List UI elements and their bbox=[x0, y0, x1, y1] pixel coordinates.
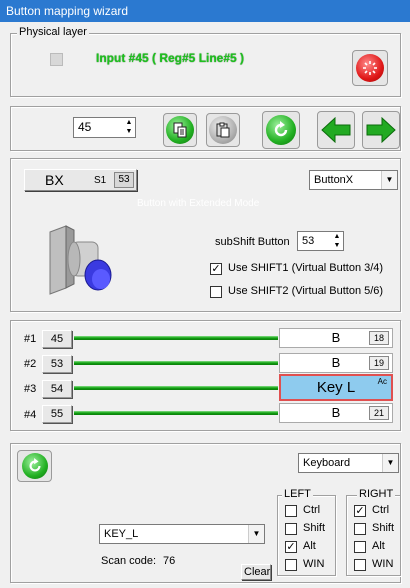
mapping-row-label: #4 bbox=[24, 409, 37, 421]
refresh-icon bbox=[21, 453, 48, 479]
mapping-target-label: B bbox=[331, 355, 341, 370]
mapping-link bbox=[74, 411, 278, 415]
subshift-label: subShift Button bbox=[215, 236, 290, 248]
physical-layer-group: Physical layer bbox=[10, 26, 401, 97]
stop-button[interactable] bbox=[352, 50, 388, 86]
scancode-label: Scan code: bbox=[101, 555, 157, 567]
physical-status-text: Input #45 ( Reg#5 Line#5 ) bbox=[96, 51, 245, 65]
left-alt-label: Alt bbox=[303, 540, 316, 552]
device-value: Keyboard bbox=[303, 457, 351, 469]
button-name: BX bbox=[45, 172, 64, 188]
copy-icon bbox=[166, 116, 194, 144]
mapping-target-label: B bbox=[331, 330, 341, 345]
right-win-checkbox[interactable] bbox=[354, 559, 366, 571]
subshift-value: 53 bbox=[302, 235, 315, 247]
mode-description: Button with Extended Mode bbox=[137, 198, 260, 209]
mapping-target-label: B bbox=[331, 405, 341, 420]
right-alt-checkbox[interactable] bbox=[354, 541, 366, 553]
mapping-row-label: #1 bbox=[24, 333, 37, 345]
clear-button[interactable]: Clear bbox=[241, 564, 271, 580]
scancode-value: 76 bbox=[163, 555, 176, 567]
clear-label: Clear bbox=[244, 566, 271, 578]
right-win-label: WIN bbox=[372, 558, 394, 570]
mapping-row-label: #3 bbox=[24, 383, 37, 395]
mapping-target-badge: 18 bbox=[369, 331, 389, 345]
spinner-arrows[interactable]: ▲ ▼ bbox=[331, 232, 343, 250]
mapping-target-button[interactable]: B 21 bbox=[279, 403, 393, 423]
mapping-row-number[interactable]: 45 bbox=[42, 330, 72, 348]
previous-button[interactable] bbox=[317, 111, 355, 149]
mapping-target-button[interactable]: B 18 bbox=[279, 328, 393, 348]
left-shift-checkbox[interactable] bbox=[285, 523, 297, 535]
arrow-right-icon bbox=[366, 117, 396, 143]
left-legend: LEFT bbox=[282, 488, 313, 500]
mapping-row-number[interactable]: 54 bbox=[42, 380, 72, 398]
input-number-spinner[interactable]: 45 ▲ ▼ bbox=[73, 117, 136, 138]
refresh-button[interactable] bbox=[262, 111, 300, 149]
chevron-down-icon: ▼ bbox=[248, 525, 264, 543]
right-ctrl-checkbox[interactable]: ✓ bbox=[354, 505, 366, 517]
mapping-target-badge: 21 bbox=[369, 406, 389, 420]
s-value-badge: 53 bbox=[114, 172, 134, 188]
copy-button[interactable] bbox=[163, 113, 197, 147]
chevron-down-icon: ▼ bbox=[382, 454, 398, 472]
mapping-target-badge: Ac bbox=[377, 377, 387, 386]
subshift-spinner[interactable]: 53 ▲ ▼ bbox=[297, 231, 344, 251]
mapping-link bbox=[74, 361, 278, 365]
right-ctrl-label: Ctrl bbox=[372, 504, 390, 516]
push-button-image bbox=[49, 225, 112, 295]
right-legend: RIGHT bbox=[357, 488, 396, 500]
left-win-checkbox[interactable] bbox=[285, 559, 297, 571]
shift2-checkbox[interactable] bbox=[210, 286, 222, 298]
button-name-box[interactable]: BX S1 53 bbox=[24, 169, 137, 191]
physical-indicator bbox=[50, 53, 63, 66]
button-type-select[interactable]: ButtonX ▼ bbox=[309, 170, 398, 190]
mapping-target-button-selected[interactable]: Key L Ac bbox=[279, 374, 393, 401]
chevron-down-icon: ▼ bbox=[381, 171, 397, 189]
mapping-row-number[interactable]: 55 bbox=[42, 405, 72, 423]
left-alt-checkbox[interactable]: ✓ bbox=[285, 541, 297, 553]
left-ctrl-checkbox[interactable] bbox=[285, 505, 297, 517]
mapping-link bbox=[74, 336, 278, 340]
shift1-label: Use SHIFT1 (Virtual Button 3/4) bbox=[228, 262, 384, 274]
apply-button[interactable] bbox=[17, 450, 52, 482]
left-shift-label: Shift bbox=[303, 522, 326, 534]
device-select[interactable]: Keyboard ▼ bbox=[298, 453, 399, 473]
button-type-value: ButtonX bbox=[314, 174, 354, 186]
shift1-checkbox[interactable]: ✓ bbox=[210, 263, 222, 275]
right-shift-checkbox[interactable] bbox=[354, 523, 366, 535]
key-value: KEY_L bbox=[104, 528, 139, 540]
stop-icon bbox=[356, 54, 384, 82]
paste-button[interactable] bbox=[206, 113, 240, 147]
s-label: S1 bbox=[94, 175, 107, 186]
key-select[interactable]: KEY_L ▼ bbox=[99, 524, 265, 544]
mapping-link bbox=[74, 386, 278, 390]
physical-layer-legend: Physical layer bbox=[17, 26, 89, 38]
arrow-left-icon bbox=[321, 117, 351, 143]
next-button[interactable] bbox=[362, 111, 400, 149]
mapping-row-label: #2 bbox=[24, 358, 37, 370]
mapping-target-label: Key L bbox=[316, 379, 356, 396]
window-title: Button mapping wizard bbox=[0, 0, 410, 22]
left-ctrl-label: Ctrl bbox=[303, 504, 321, 516]
shift2-label: Use SHIFT2 (Virtual Button 5/6) bbox=[228, 285, 384, 297]
mapping-target-badge: 19 bbox=[369, 356, 389, 370]
spinner-arrows[interactable]: ▲ ▼ bbox=[123, 118, 135, 137]
mapping-row-number[interactable]: 53 bbox=[42, 355, 72, 373]
refresh-icon bbox=[266, 115, 296, 145]
right-alt-label: Alt bbox=[372, 540, 385, 552]
paste-icon bbox=[209, 116, 237, 144]
right-shift-label: Shift bbox=[372, 522, 395, 534]
mapping-target-button[interactable]: B 19 bbox=[279, 353, 393, 373]
left-win-label: WIN bbox=[303, 558, 325, 570]
input-number-value: 45 bbox=[78, 120, 92, 134]
